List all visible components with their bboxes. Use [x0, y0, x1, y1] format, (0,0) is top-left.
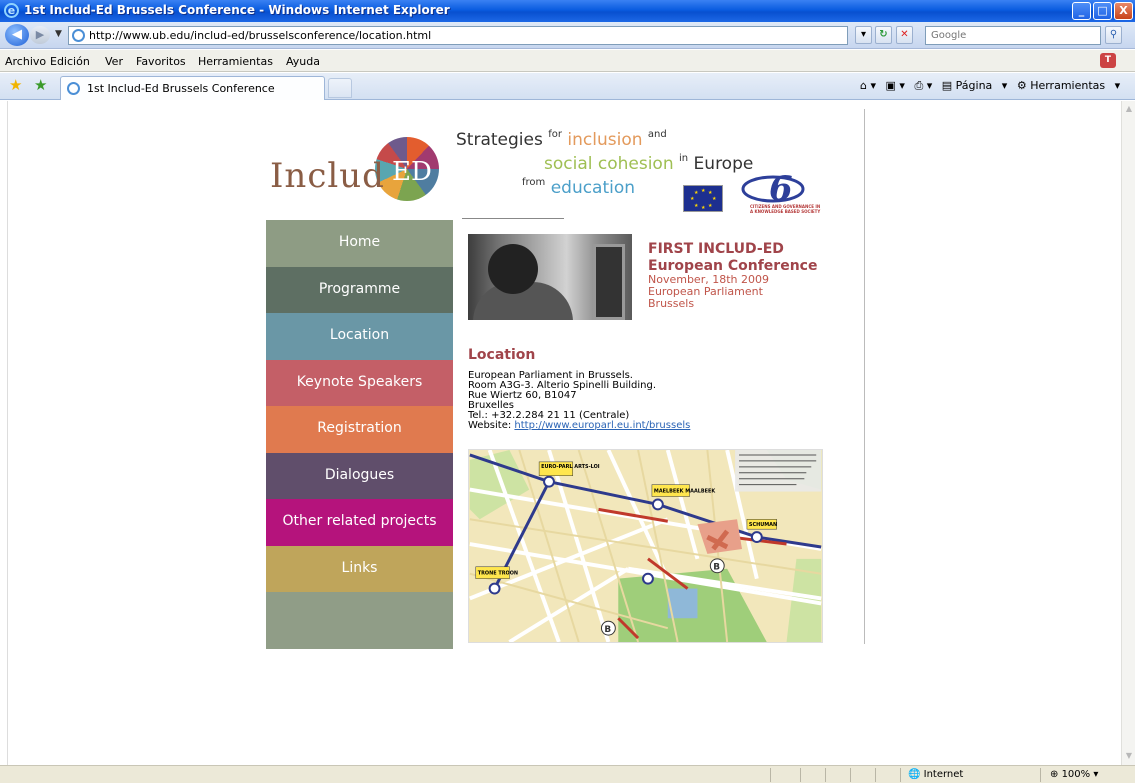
website-label: Website: [468, 420, 515, 431]
window-titlebar: e 1st Includ-Ed Brussels Conference - Wi… [0, 0, 1135, 22]
zoom-control[interactable]: ⊕ 100% ▾ [1050, 769, 1098, 780]
tab-active[interactable]: 1st Includ-Ed Brussels Conference [60, 76, 325, 100]
search-input[interactable] [926, 27, 1100, 44]
tagline-line2: social cohesion in Europe [544, 153, 753, 174]
home-icon[interactable]: ⌂ ▾ [860, 79, 876, 92]
map-label-schuman: SCHUMAN [749, 522, 777, 528]
minimize-button[interactable]: _ [1072, 2, 1091, 20]
conference-city: Brussels [648, 297, 695, 310]
tagline-and: and [647, 129, 667, 140]
location-address: European Parliament in Brussels. Room A3… [468, 371, 690, 431]
tagline-education: education [550, 178, 636, 198]
header-divider [462, 218, 564, 219]
security-zone-label: Internet [923, 769, 964, 780]
zoom-level: 100% [1061, 769, 1091, 780]
page-viewport: Includ ED Strategies for inclusion and s… [8, 101, 1121, 765]
nav-programme[interactable]: Programme [266, 266, 453, 313]
tab-bar: ★ ★ 1st Includ-Ed Brussels Conference ⌂ … [0, 73, 1135, 100]
website-line: Website: http://www.europarl.eu.int/brus… [468, 421, 690, 431]
tools-menu-button[interactable]: ⚙ Herramientas ▾ [1017, 79, 1120, 92]
nav-home[interactable]: Home [266, 220, 453, 267]
tagline-strategies: Strategies [456, 130, 543, 150]
navigation-bar: ◀ ▶ ▼ http://www.ub.edu/includ-ed/brusse… [0, 22, 1135, 49]
url-text[interactable]: http://www.ub.edu/includ-ed/brusselsconf… [89, 29, 431, 42]
refresh-button[interactable]: ↻ [875, 26, 892, 44]
page-menu-label: Página [955, 79, 993, 92]
security-zone[interactable]: 🌐 Internet [908, 769, 963, 780]
nav-other-related-projects[interactable]: Other related projects [266, 499, 453, 546]
search-box[interactable] [925, 26, 1101, 45]
menu-herramientas[interactable]: Herramientas [198, 55, 273, 68]
fp6-caption-line2: A KNOWLEDGE BASED SOCIETY [750, 209, 821, 214]
logo-ed-text: ED [392, 157, 432, 187]
tagline-inclusion: inclusion [567, 130, 643, 150]
search-button[interactable]: ⚲ [1105, 26, 1122, 44]
forward-button[interactable]: ▶ [30, 26, 50, 44]
conference-title-line1: FIRST INCLUD-ED [648, 241, 784, 257]
history-dropdown-icon[interactable]: ▼ [55, 29, 62, 39]
left-frame-border [0, 101, 8, 765]
address-dropdown-button[interactable]: ▾ [855, 26, 872, 44]
print-icon[interactable]: ⎙ ▾ [914, 79, 932, 92]
vertical-scrollbar[interactable]: ▲ ▼ [1121, 101, 1135, 765]
location-map[interactable]: B B EURO-PARL ARTS-LOI MAELBEEK MAALBEEK… [468, 449, 823, 643]
maximize-button[interactable]: □ [1093, 2, 1112, 20]
tagline-line1: Strategies for inclusion and [456, 129, 667, 150]
page-icon [72, 29, 85, 42]
svg-text:B: B [604, 625, 611, 635]
tab-label: 1st Includ-Ed Brussels Conference [87, 82, 275, 95]
nav-keynote-speakers[interactable]: Keynote Speakers [266, 359, 453, 406]
status-bar: 🌐 Internet ⊕ 100% ▾ [0, 765, 1135, 783]
ie-logo-icon: e [4, 3, 19, 18]
fp6-caption: CITIZENS AND GOVERNANCE IN A KNOWLEDGE B… [750, 204, 820, 214]
nav-dialogues[interactable]: Dialogues [266, 452, 453, 499]
address-bar[interactable]: http://www.ub.edu/includ-ed/brusselsconf… [68, 26, 848, 45]
nav-registration[interactable]: Registration [266, 406, 453, 453]
location-heading: Location [468, 347, 536, 363]
tab-favicon-icon [67, 82, 80, 95]
close-button[interactable]: X [1114, 2, 1133, 20]
window-title: 1st Includ-Ed Brussels Conference - Wind… [24, 3, 450, 17]
tagline-from: from [522, 177, 546, 188]
page-menu-button[interactable]: ▤ Página ▾ [942, 79, 1008, 92]
translate-icon[interactable]: T [1100, 53, 1116, 68]
scroll-up-icon[interactable]: ▲ [1124, 104, 1134, 114]
map-label-maelbeek: MAELBEEK MAALBEEK [654, 489, 716, 495]
menu-favoritos[interactable]: Favoritos [136, 55, 186, 68]
tagline-social-cohesion: social cohesion [544, 154, 674, 174]
nav-links[interactable]: Links [266, 545, 453, 592]
tagline-for: for [548, 129, 562, 140]
site-navigation: Home Programme Location Keynote Speakers… [266, 220, 453, 649]
eu-flag-icon: ★ ★ ★ ★ ★ ★ ★ ★ [683, 185, 723, 212]
svg-text:6: 6 [769, 169, 793, 209]
menu-edicion[interactable]: Edición [50, 55, 90, 68]
menu-archivo[interactable]: Archivo [5, 55, 46, 68]
tagline-in: in [679, 153, 689, 164]
back-button[interactable]: ◀ [5, 24, 29, 46]
tools-menu-label: Herramientas [1030, 79, 1106, 92]
feeds-icon[interactable]: ▣ ▾ [886, 79, 905, 92]
nav-filler [266, 592, 453, 649]
favorites-star-icon[interactable]: ★ [9, 78, 22, 93]
logo-includ-text: Includ [270, 156, 385, 196]
content-divider [864, 109, 865, 644]
menu-ayuda[interactable]: Ayuda [286, 55, 320, 68]
nav-location[interactable]: Location [266, 313, 453, 360]
tagline-line3: from education [522, 177, 635, 198]
website-link[interactable]: http://www.europarl.eu.int/brussels [514, 420, 690, 431]
map-label-euro-parl: EURO-PARL ARTS-LOI [541, 464, 600, 470]
conference-title: FIRST INCLUD-ED European Conference [648, 241, 817, 275]
new-tab-button[interactable] [328, 78, 352, 98]
add-favorite-icon[interactable]: ★ [34, 78, 47, 93]
command-bar: ⌂ ▾ ▣ ▾ ⎙ ▾ ▤ Página ▾ ⚙ Herramientas ▾ [860, 79, 1126, 93]
scroll-down-icon[interactable]: ▼ [1124, 751, 1134, 761]
map-label-trone: TRONE TROON [478, 571, 518, 577]
conference-details: November, 18th 2009 European Parliament … [648, 274, 769, 310]
student-photo [468, 234, 632, 320]
svg-text:B: B [713, 563, 720, 573]
stop-button[interactable]: ✕ [896, 26, 913, 44]
menu-bar: Archivo Edición Ver Favoritos Herramient… [0, 50, 1135, 72]
menu-ver[interactable]: Ver [105, 55, 123, 68]
